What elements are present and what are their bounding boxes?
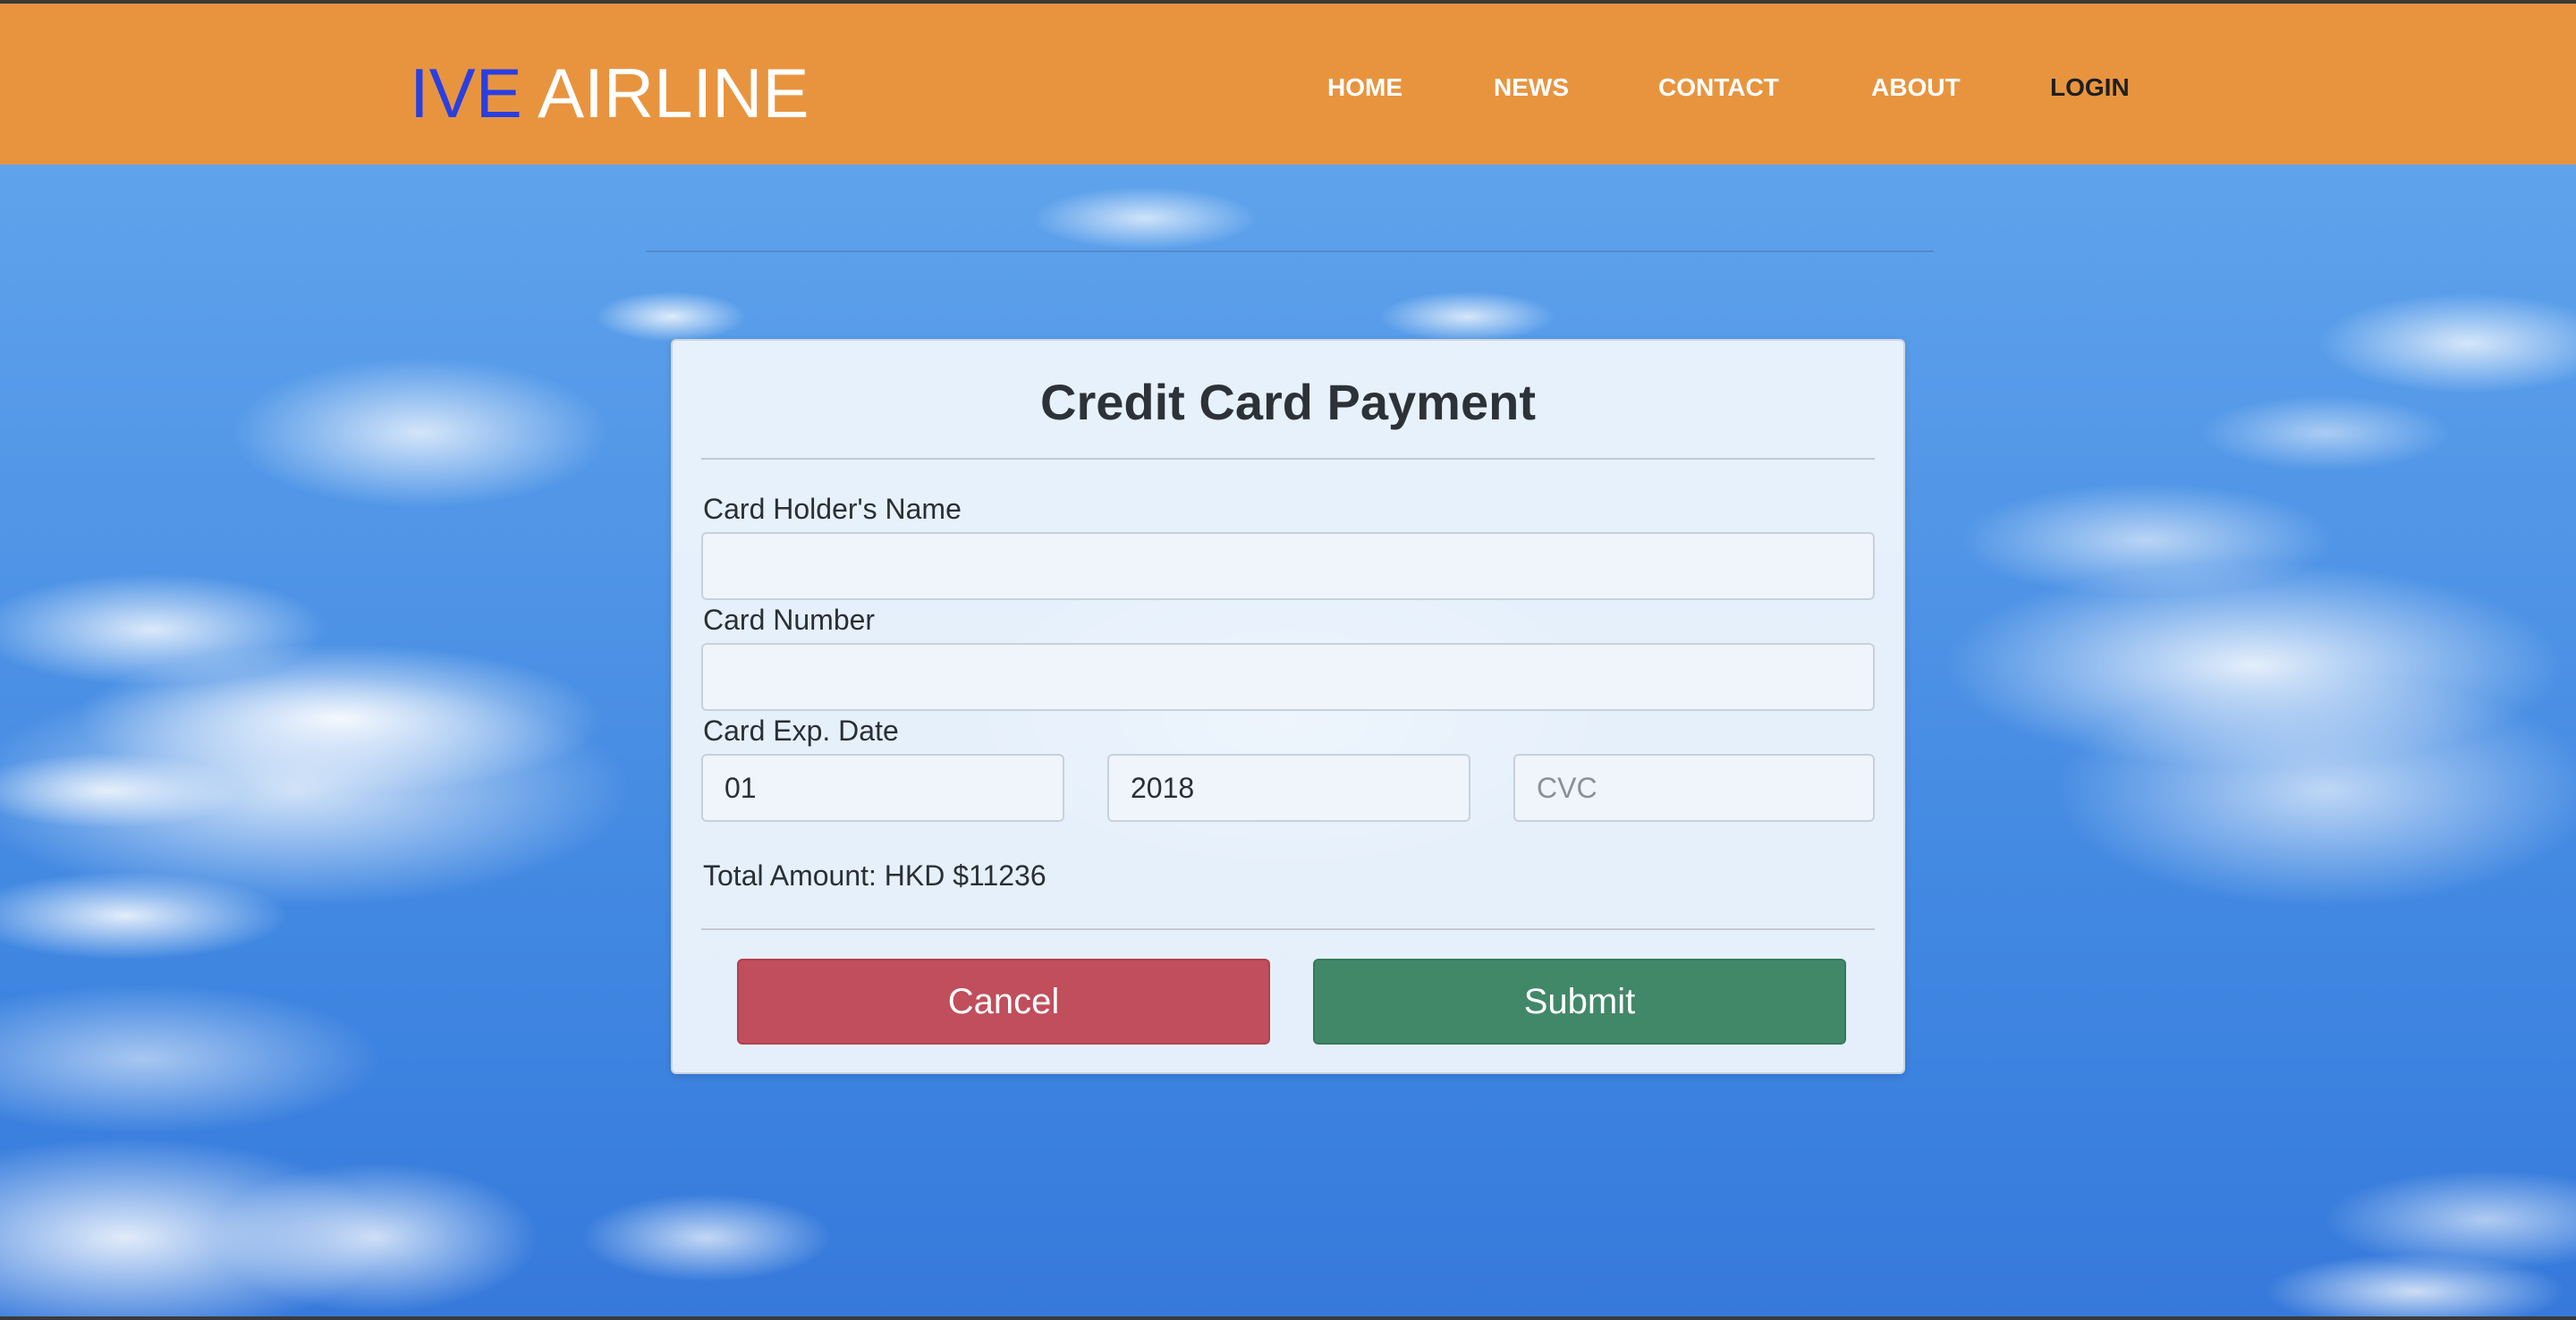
card-exp-label: Card Exp. Date	[703, 715, 899, 747]
divider	[646, 250, 1934, 252]
card-holder-input[interactable]	[701, 532, 1875, 600]
nav-about-link[interactable]: ABOUT	[1871, 68, 1961, 107]
cvc-input[interactable]: CVC	[1513, 754, 1875, 822]
nav-news-link[interactable]: NEWS	[1494, 68, 1569, 107]
card-holder-label: Card Holder's Name	[703, 493, 962, 525]
main-nav: HOME NEWS CONTACT ABOUT LOGIN	[0, 68, 2576, 107]
submit-button[interactable]: Submit	[1313, 959, 1846, 1045]
card-number-input[interactable]	[701, 643, 1875, 711]
cancel-button[interactable]: Cancel	[737, 959, 1270, 1045]
nav-contact-link[interactable]: CONTACT	[1658, 68, 1779, 107]
payment-card: Credit Card Payment Card Holder's Name C…	[671, 339, 1905, 1074]
nav-login-link[interactable]: LOGIN	[2050, 68, 2130, 107]
page-title: Credit Card Payment	[1040, 374, 1536, 430]
navbar: IVE AIRLINE HOME NEWS CONTACT ABOUT LOGI…	[0, 4, 2576, 165]
exp-year-select[interactable]: 2018	[1107, 754, 1470, 822]
exp-month-select[interactable]: 01	[701, 754, 1064, 822]
divider	[701, 458, 1875, 460]
card-number-label: Card Number	[703, 604, 876, 636]
divider	[701, 928, 1875, 930]
window-frame-bottom	[0, 1316, 2576, 1320]
nav-home-link[interactable]: HOME	[1327, 68, 1402, 107]
total-amount: Total Amount: HKD $11236	[703, 859, 1046, 892]
